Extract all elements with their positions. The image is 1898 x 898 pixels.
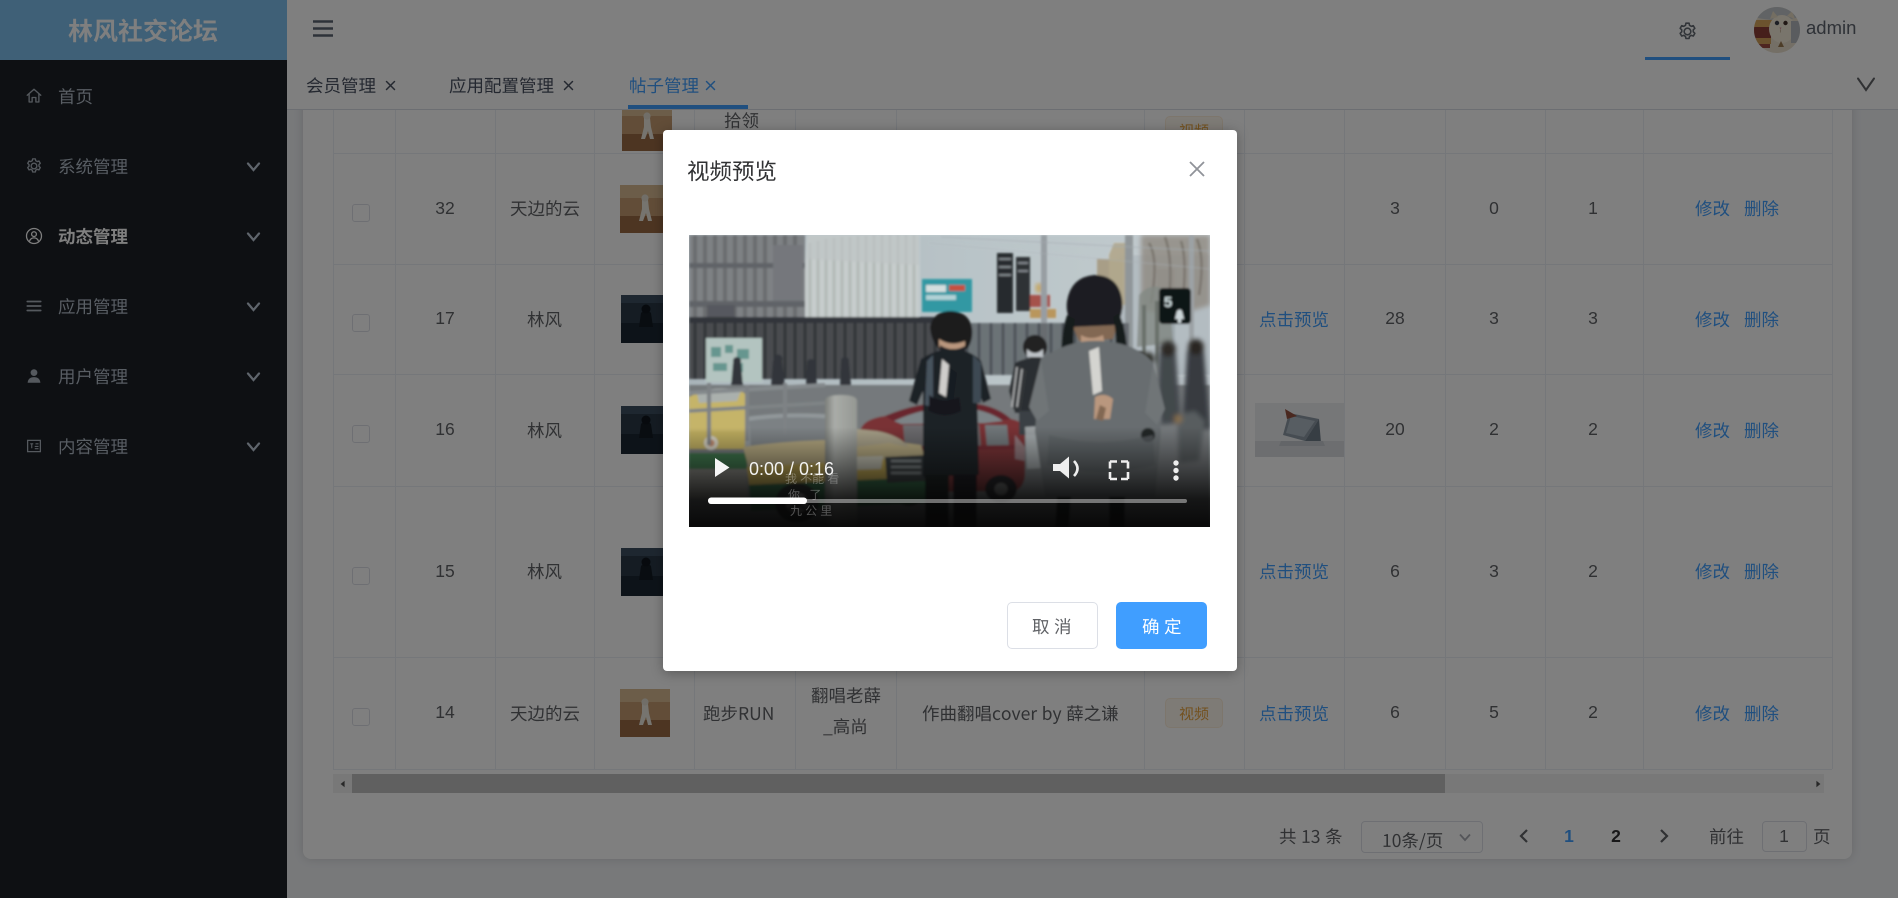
- svg-text:0:00 / 0:16: 0:00 / 0:16: [749, 459, 834, 479]
